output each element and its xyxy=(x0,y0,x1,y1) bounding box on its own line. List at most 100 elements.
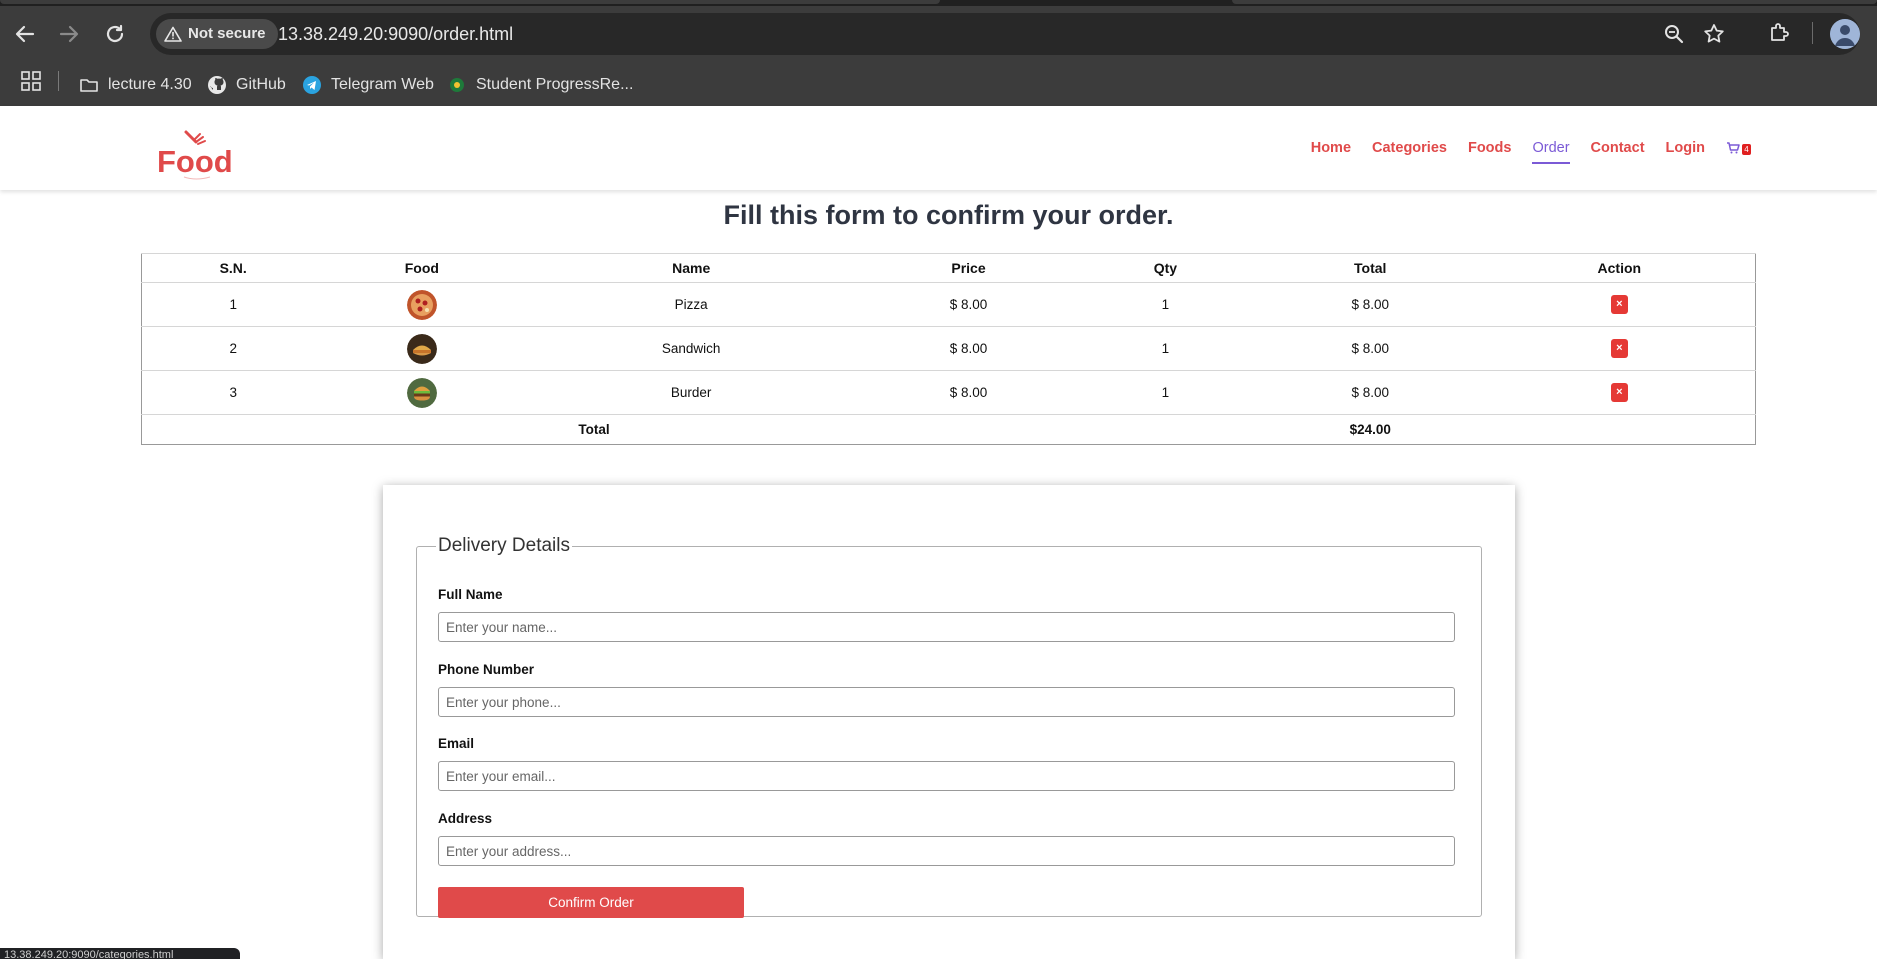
cell-food xyxy=(324,370,520,415)
address-label: Address xyxy=(438,811,493,826)
zoom-icon[interactable] xyxy=(1662,22,1686,46)
cart-icon xyxy=(1727,142,1740,154)
nav-login[interactable]: Login xyxy=(1666,140,1705,156)
table-row: 1 Pizza $ 8.00 1 $ 8.00 × xyxy=(141,282,1756,327)
total-value: $24.00 xyxy=(1256,414,1484,445)
cell-name: Sandwich xyxy=(519,326,864,371)
table-total-row: Total $24.00 xyxy=(141,414,1756,445)
nav-contact[interactable]: Contact xyxy=(1591,140,1645,156)
cell-qty: 1 xyxy=(1073,282,1257,327)
food-logo[interactable]: Food xyxy=(156,120,236,180)
main-nav: Home Categories Foods Order Contact Logi… xyxy=(1290,106,1751,190)
nav-categories[interactable]: Categories xyxy=(1372,140,1447,156)
address-input[interactable] xyxy=(438,836,1455,866)
sandwich-icon xyxy=(406,333,437,364)
remove-item-button[interactable]: × xyxy=(1610,383,1628,402)
confirm-order-button[interactable]: Confirm Order xyxy=(438,887,744,918)
full-name-input[interactable] xyxy=(438,612,1455,642)
cell-action: × xyxy=(1483,370,1756,415)
back-button[interactable] xyxy=(9,18,41,50)
site-header: Food Home Categories Foods Order Contact… xyxy=(0,106,1877,190)
forward-button[interactable] xyxy=(53,18,85,50)
delivery-form-card: Delivery Details Full Name Phone Number … xyxy=(383,485,1515,959)
cell-name: Burder xyxy=(519,370,864,415)
col-header-total: Total xyxy=(1256,253,1484,283)
apps-grid-icon[interactable] xyxy=(20,70,42,92)
cell-sn: 3 xyxy=(141,370,325,415)
empty-cell xyxy=(1073,414,1257,445)
col-header-name: Name xyxy=(519,253,864,283)
cart-button[interactable]: 4 xyxy=(1726,141,1751,155)
empty-cell xyxy=(863,414,1074,445)
col-header-sn: S.N. xyxy=(141,253,325,283)
delivery-legend: Delivery Details xyxy=(438,535,570,556)
profile-avatar[interactable] xyxy=(1830,19,1860,49)
burger-icon xyxy=(406,377,437,408)
github-icon xyxy=(207,75,227,95)
url-text[interactable]: 13.38.249.20:9090/order.html xyxy=(278,13,513,55)
folder-icon xyxy=(79,75,99,95)
email-input[interactable] xyxy=(438,761,1455,791)
forward-arrow-icon xyxy=(59,25,79,43)
col-header-price: Price xyxy=(863,253,1074,283)
bookmark-github[interactable]: GitHub xyxy=(207,68,286,102)
toolbar-divider xyxy=(1812,22,1813,44)
cell-name: Pizza xyxy=(519,282,864,327)
pizza-icon xyxy=(406,289,437,320)
col-header-food: Food xyxy=(324,253,520,283)
nav-order[interactable]: Order xyxy=(1532,140,1570,164)
cell-sn: 2 xyxy=(141,326,325,371)
col-header-qty: Qty xyxy=(1073,253,1257,283)
bookmark-label: Student ProgressRe... xyxy=(476,76,634,93)
cell-price: $ 8.00 xyxy=(863,282,1074,327)
bookmark-lecture[interactable]: lecture 4.30 xyxy=(79,68,192,102)
nav-foods[interactable]: Foods xyxy=(1468,140,1512,156)
bookmark-student-progress[interactable]: Student ProgressRe... xyxy=(447,68,633,102)
email-label: Email xyxy=(438,736,475,751)
cell-price: $ 8.00 xyxy=(863,326,1074,371)
table-header-row: S.N. Food Name Price Qty Total Action xyxy=(141,253,1756,283)
order-table: S.N. Food Name Price Qty Total Action 1 … xyxy=(141,253,1756,445)
tab-hint xyxy=(0,0,940,4)
cell-action: × xyxy=(1483,326,1756,371)
reload-button[interactable] xyxy=(99,18,131,50)
cell-total: $ 8.00 xyxy=(1256,370,1484,415)
bookmark-telegram[interactable]: Telegram Web xyxy=(302,68,434,102)
remove-item-button[interactable]: × xyxy=(1610,295,1628,314)
phone-label: Phone Number xyxy=(438,662,535,677)
cell-food xyxy=(324,326,520,371)
extensions-icon[interactable] xyxy=(1766,20,1792,46)
security-chip[interactable]: Not secure xyxy=(156,19,278,49)
delivery-fieldset: Delivery Details Full Name Phone Number … xyxy=(416,535,1482,918)
address-bar[interactable]: Not secure 13.38.249.20:9090/order.html xyxy=(150,13,1860,55)
warning-triangle-icon xyxy=(164,26,182,42)
student-progress-icon xyxy=(447,75,467,95)
table-row: 2 Sandwich $ 8.00 1 $ 8.00 × xyxy=(141,326,1756,371)
cell-total: $ 8.00 xyxy=(1256,282,1484,327)
bookmark-label: Telegram Web xyxy=(331,76,434,93)
nav-home[interactable]: Home xyxy=(1311,140,1351,156)
status-bar-url: 13.38.249.20:9090/categories.html xyxy=(0,948,240,959)
telegram-icon xyxy=(302,75,322,95)
logo-text: Food xyxy=(157,144,233,179)
cell-total: $ 8.00 xyxy=(1256,326,1484,371)
cell-sn: 1 xyxy=(141,282,325,327)
cell-qty: 1 xyxy=(1073,326,1257,371)
bookmark-star-icon[interactable] xyxy=(1702,22,1726,46)
cell-action: × xyxy=(1483,282,1756,327)
table-row: 3 Burder $ 8.00 1 $ 8.00 × xyxy=(141,370,1756,415)
security-label: Not secure xyxy=(188,25,266,42)
bookmarks-divider xyxy=(58,71,59,91)
bookmark-label: GitHub xyxy=(236,76,286,93)
tab-hint xyxy=(1232,0,1877,4)
cart-count-badge: 4 xyxy=(1742,144,1751,155)
full-name-label: Full Name xyxy=(438,587,503,602)
cell-price: $ 8.00 xyxy=(863,370,1074,415)
empty-cell xyxy=(1483,414,1756,445)
tab-strip xyxy=(0,0,1877,6)
remove-item-button[interactable]: × xyxy=(1610,339,1628,358)
col-header-action: Action xyxy=(1483,253,1756,283)
page-title: Fill this form to confirm your order. xyxy=(723,200,1174,230)
phone-input[interactable] xyxy=(438,687,1455,717)
reload-icon xyxy=(106,24,124,43)
